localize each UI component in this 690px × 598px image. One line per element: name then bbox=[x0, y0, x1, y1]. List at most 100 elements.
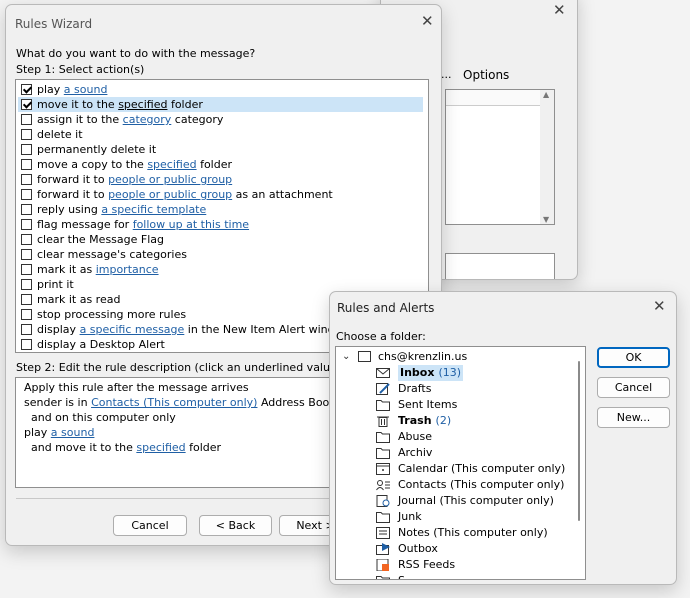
ok-button[interactable]: OK bbox=[597, 347, 670, 368]
link-value[interactable]: a specific template bbox=[101, 203, 206, 216]
action-row[interactable]: print it bbox=[18, 277, 74, 292]
action-checkbox[interactable] bbox=[21, 114, 32, 125]
link-value[interactable]: a sound bbox=[51, 426, 95, 439]
folder-item[interactable]: Contacts (This computer only) bbox=[376, 477, 571, 493]
folder-item[interactable]: Abuse bbox=[376, 429, 571, 445]
folder-name: Trash (2) bbox=[398, 414, 452, 427]
action-row[interactable]: reply using a specific template bbox=[18, 202, 206, 217]
link-value[interactable]: people or public group bbox=[108, 188, 232, 201]
action-row[interactable]: assign it to the category category bbox=[18, 112, 223, 127]
text-segment: play bbox=[24, 426, 51, 439]
mailbox-icon bbox=[358, 351, 371, 362]
action-checkbox[interactable] bbox=[21, 189, 32, 200]
action-checkbox[interactable] bbox=[21, 219, 32, 230]
action-checkbox[interactable] bbox=[21, 294, 32, 305]
action-row[interactable]: forward it to people or public group as … bbox=[18, 187, 333, 202]
collapse-chevron-icon[interactable]: ⌄ bbox=[342, 349, 350, 365]
action-row[interactable]: display a Desktop Alert bbox=[18, 337, 165, 352]
folder-tree[interactable]: ⌄ chs@krenzlin.us Inbox (13) Drafts Sent It… bbox=[335, 346, 586, 580]
action-row[interactable]: forward it to people or public group bbox=[18, 172, 232, 187]
scroll-up-icon[interactable]: ▲ bbox=[543, 90, 549, 99]
action-row[interactable]: clear the Message Flag bbox=[18, 232, 164, 247]
action-checkbox[interactable] bbox=[21, 174, 32, 185]
action-row[interactable]: permanently delete it bbox=[18, 142, 156, 157]
action-row[interactable]: mark it as importance bbox=[18, 262, 159, 277]
action-checkbox[interactable] bbox=[21, 159, 32, 170]
close-icon[interactable]: ✕ bbox=[553, 3, 566, 18]
folder-item[interactable]: Calendar (This computer only) bbox=[376, 461, 571, 477]
folder-name: Inbox (13) bbox=[398, 365, 464, 381]
action-row[interactable]: move a copy to the specified folder bbox=[18, 157, 232, 172]
folder-item[interactable]: Trash (2) bbox=[376, 413, 571, 429]
scroll-down-icon[interactable]: ▼ bbox=[543, 215, 549, 224]
folder-item[interactable]: Outbox bbox=[376, 541, 571, 557]
action-checkbox[interactable] bbox=[21, 144, 32, 155]
action-checkbox[interactable] bbox=[21, 249, 32, 260]
link-value[interactable]: category bbox=[123, 113, 172, 126]
drafts-icon bbox=[376, 383, 390, 395]
text-segment: permanently delete it bbox=[37, 143, 157, 156]
action-checkbox[interactable] bbox=[21, 234, 32, 245]
dialog-title: Rules Wizard bbox=[15, 17, 93, 31]
scrollbar-thumb[interactable] bbox=[578, 361, 580, 521]
unread-count: (13) bbox=[438, 366, 462, 379]
action-row[interactable]: delete it bbox=[18, 127, 83, 142]
action-checkbox[interactable] bbox=[21, 204, 32, 215]
rules-list[interactable]: ▲ ▼ bbox=[445, 89, 555, 225]
action-checkbox[interactable] bbox=[21, 99, 32, 110]
cancel-button[interactable]: Cancel bbox=[113, 515, 187, 536]
action-row[interactable]: flag message for follow up at this time bbox=[18, 217, 249, 232]
folder-item[interactable]: Drafts bbox=[376, 381, 571, 397]
folder-icon bbox=[376, 575, 390, 579]
back-button[interactable]: < Back bbox=[199, 515, 272, 536]
link-value[interactable]: specified bbox=[136, 441, 185, 454]
action-checkbox[interactable] bbox=[21, 84, 32, 95]
link-value[interactable]: people or public group bbox=[108, 173, 232, 186]
text-segment: display bbox=[37, 323, 80, 336]
link-value[interactable]: a sound bbox=[64, 83, 108, 96]
choose-folder-label: Choose a folder: bbox=[336, 330, 426, 343]
link-value[interactable]: Contacts (This computer only) bbox=[91, 396, 257, 409]
action-checkbox[interactable] bbox=[21, 339, 32, 350]
action-checkbox[interactable] bbox=[21, 129, 32, 140]
options-button[interactable]: Options bbox=[463, 68, 509, 82]
folder-name: Junk bbox=[398, 510, 422, 523]
link-value[interactable]: specified bbox=[147, 158, 196, 171]
folder-name: Notes (This computer only) bbox=[398, 526, 548, 539]
link-value[interactable]: a specific message bbox=[80, 323, 185, 336]
new-folder-button[interactable]: New... bbox=[597, 407, 670, 428]
text-segment: move it to the bbox=[37, 98, 119, 111]
action-row[interactable]: play a sound bbox=[18, 82, 107, 97]
action-row[interactable]: stop processing more rules bbox=[18, 307, 186, 322]
folder-item[interactable]: Sent Items bbox=[376, 397, 571, 413]
folder-item[interactable]: S... bbox=[376, 573, 571, 579]
folder-item[interactable]: RSS Feeds bbox=[376, 557, 571, 573]
action-checkbox[interactable] bbox=[21, 264, 32, 275]
folder-tree-scrollbar[interactable] bbox=[573, 347, 585, 579]
tree-row-account[interactable]: ⌄ chs@krenzlin.us bbox=[336, 349, 576, 365]
rules-list-scrollbar[interactable]: ▲ ▼ bbox=[540, 90, 554, 224]
link-value[interactable]: importance bbox=[96, 263, 159, 276]
action-checkbox[interactable] bbox=[21, 324, 32, 335]
description-line: Apply this rule after the message arrive… bbox=[24, 380, 249, 395]
folder-item[interactable]: Notes (This computer only) bbox=[376, 525, 571, 541]
text-segment: stop processing more rules bbox=[37, 308, 187, 321]
rules-and-alerts-dialog: Rules and Alerts ✕ Choose a folder: ⌄ ch… bbox=[329, 291, 677, 585]
action-checkbox[interactable] bbox=[21, 279, 32, 290]
folder-item[interactable]: Archiv bbox=[376, 445, 571, 461]
question-label: What do you want to do with the message? bbox=[16, 47, 256, 60]
link-value[interactable]: follow up at this time bbox=[133, 218, 249, 231]
folder-item[interactable]: Inbox (13) bbox=[376, 365, 571, 381]
action-row[interactable]: mark it as read bbox=[18, 292, 120, 307]
action-row[interactable]: move it to the specified folder bbox=[18, 97, 423, 112]
rss-icon bbox=[376, 558, 390, 572]
action-row[interactable]: display a specific message in the New It… bbox=[18, 322, 350, 337]
close-icon[interactable]: ✕ bbox=[653, 299, 666, 314]
action-row[interactable]: clear message's categories bbox=[18, 247, 187, 262]
close-icon[interactable]: ✕ bbox=[421, 14, 434, 29]
folder-item[interactable]: Junk bbox=[376, 509, 571, 525]
folder-item[interactable]: Journal (This computer only) bbox=[376, 493, 571, 509]
action-checkbox[interactable] bbox=[21, 309, 32, 320]
cancel-button[interactable]: Cancel bbox=[597, 377, 670, 398]
text-segment: mark it as bbox=[37, 263, 96, 276]
